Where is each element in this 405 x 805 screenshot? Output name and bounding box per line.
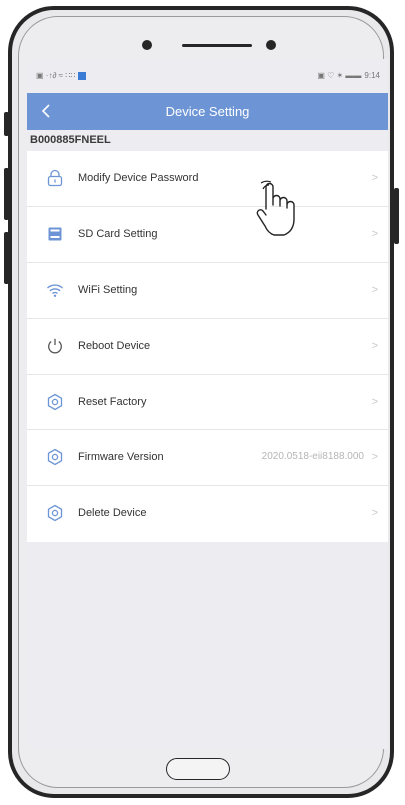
power-icon <box>48 338 62 354</box>
chevron-right-icon: > <box>371 451 378 464</box>
chevron-right-icon: > <box>371 507 378 520</box>
side-button-top <box>4 112 9 136</box>
side-button-volume-up <box>4 168 9 220</box>
device-id-header: B000885FNEEL <box>27 130 388 151</box>
menu-item-label: Reset Factory <box>78 395 147 408</box>
wifi-icon <box>47 284 63 297</box>
chevron-right-icon: > <box>371 172 378 184</box>
device-id-label: B000885FNEEL <box>30 134 111 146</box>
front-camera-icon <box>142 40 152 50</box>
menu-item-label: SD Card Setting <box>78 227 158 240</box>
tap-hand-icon <box>256 180 295 236</box>
phone-chin <box>27 749 388 798</box>
chevron-right-icon: > <box>371 339 378 352</box>
app-screen: ▣ ·↑∂ ≈ ∷∷ ▣ ♡ ✶ ▬▬ 9:14 Device Setting … <box>27 59 388 749</box>
lock-icon <box>47 169 63 187</box>
status-time: 9:14 <box>364 71 380 80</box>
chevron-right-icon: > <box>371 395 378 408</box>
menu-item-modify-password[interactable]: Modify Device Password > <box>27 151 388 207</box>
menu-item-reset-factory[interactable]: Reset Factory > <box>27 375 388 431</box>
side-button-volume-down <box>4 232 9 284</box>
menu-item-sd-card[interactable]: SD Card Setting > <box>27 207 388 263</box>
phone-top-bar <box>12 36 390 56</box>
status-app-icon <box>78 72 87 80</box>
gear-icon <box>47 393 63 410</box>
sd-card-icon <box>48 227 62 241</box>
gear-icon <box>47 505 63 522</box>
menu-item-reboot[interactable]: Reboot Device > <box>27 319 388 375</box>
chevron-right-icon: > <box>371 227 378 240</box>
menu-item-label: Modify Device Password <box>78 172 199 184</box>
status-bar: ▣ ·↑∂ ≈ ∷∷ ▣ ♡ ✶ ▬▬ 9:14 <box>27 59 388 93</box>
status-left-icons: ▣ ·↑∂ ≈ ∷∷ <box>36 71 87 81</box>
settings-menu: Modify Device Password > SD Card Setting… <box>27 151 388 543</box>
gear-icon <box>47 449 63 466</box>
menu-item-label: Reboot Device <box>78 339 151 352</box>
page-title: Device Setting <box>165 104 250 119</box>
status-right-icons: ▣ ♡ ✶ ▬▬ 9:14 <box>317 71 380 81</box>
speaker-grille <box>182 44 252 47</box>
firmware-version-value: 2020.0518-eii8188.000 <box>261 451 364 463</box>
sensor-dot-icon <box>266 40 276 50</box>
menu-item-delete-device[interactable]: Delete Device > <box>27 486 388 542</box>
side-button-power <box>394 188 399 244</box>
menu-item-firmware-version[interactable]: Firmware Version 2020.0518-eii8188.000 > <box>27 430 388 487</box>
home-button[interactable] <box>166 758 230 780</box>
menu-item-wifi[interactable]: WiFi Setting > <box>27 263 388 319</box>
navigation-bar: Device Setting <box>27 93 388 130</box>
menu-item-label: Firmware Version <box>78 451 164 464</box>
menu-item-label: WiFi Setting <box>78 283 138 296</box>
status-signal-icons: ▣ ·↑∂ ≈ ∷∷ <box>36 71 76 80</box>
menu-item-label: Delete Device <box>78 507 147 520</box>
status-system-icons: ▣ ♡ ✶ ▬▬ <box>317 71 362 80</box>
chevron-right-icon: > <box>371 283 378 296</box>
